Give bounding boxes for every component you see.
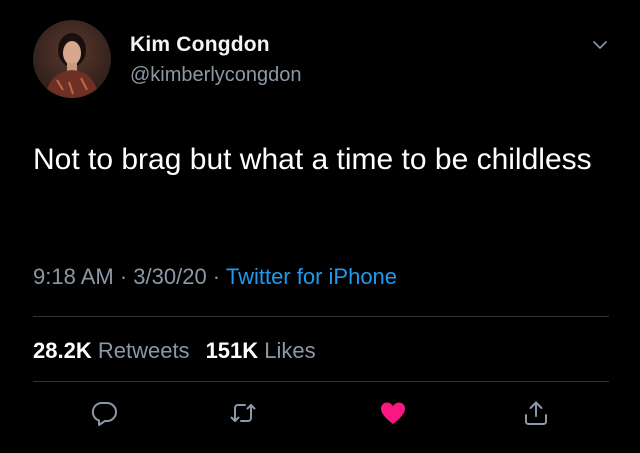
meta-separator: · xyxy=(113,264,134,289)
retweets-stat[interactable]: 28.2K Retweets xyxy=(33,338,190,363)
reply-button[interactable] xyxy=(90,399,118,427)
tweet-time[interactable]: 9:18 AM xyxy=(33,264,114,289)
tweet-card: Kim Congdon @kimberlycongdon Not to brag… xyxy=(0,0,640,453)
avatar-photo xyxy=(45,33,99,98)
tweet-date[interactable]: 3/30/20 xyxy=(133,264,206,289)
share-icon xyxy=(525,401,547,425)
retweet-icon xyxy=(230,404,256,422)
avatar[interactable] xyxy=(33,20,111,98)
retweets-label: Retweets xyxy=(97,338,190,363)
like-button[interactable] xyxy=(379,399,407,427)
tweet-stats: 28.2K Retweets 151K Likes xyxy=(33,338,316,364)
tweet-source[interactable]: Twitter for iPhone xyxy=(226,264,397,289)
tweet-text: Not to brag but what a time to be childl… xyxy=(33,143,592,176)
likes-count: 151K xyxy=(205,338,259,363)
likes-stat[interactable]: 151K Likes xyxy=(206,338,316,363)
tweet-meta: 9:18 AM · 3/30/20 · Twitter for iPhone xyxy=(33,264,397,290)
meta-separator: · xyxy=(206,264,226,289)
divider xyxy=(33,316,609,317)
display-name[interactable]: Kim Congdon xyxy=(130,33,270,57)
like-icon xyxy=(381,402,405,424)
chevron-down-icon[interactable] xyxy=(592,38,608,50)
retweets-count: 28.2K xyxy=(33,338,92,363)
retweet-button[interactable] xyxy=(229,399,257,427)
share-button[interactable] xyxy=(522,399,550,427)
divider xyxy=(33,381,609,382)
user-handle[interactable]: @kimberlycongdon xyxy=(130,64,302,87)
likes-label: Likes xyxy=(264,338,316,363)
reply-icon xyxy=(91,402,117,426)
